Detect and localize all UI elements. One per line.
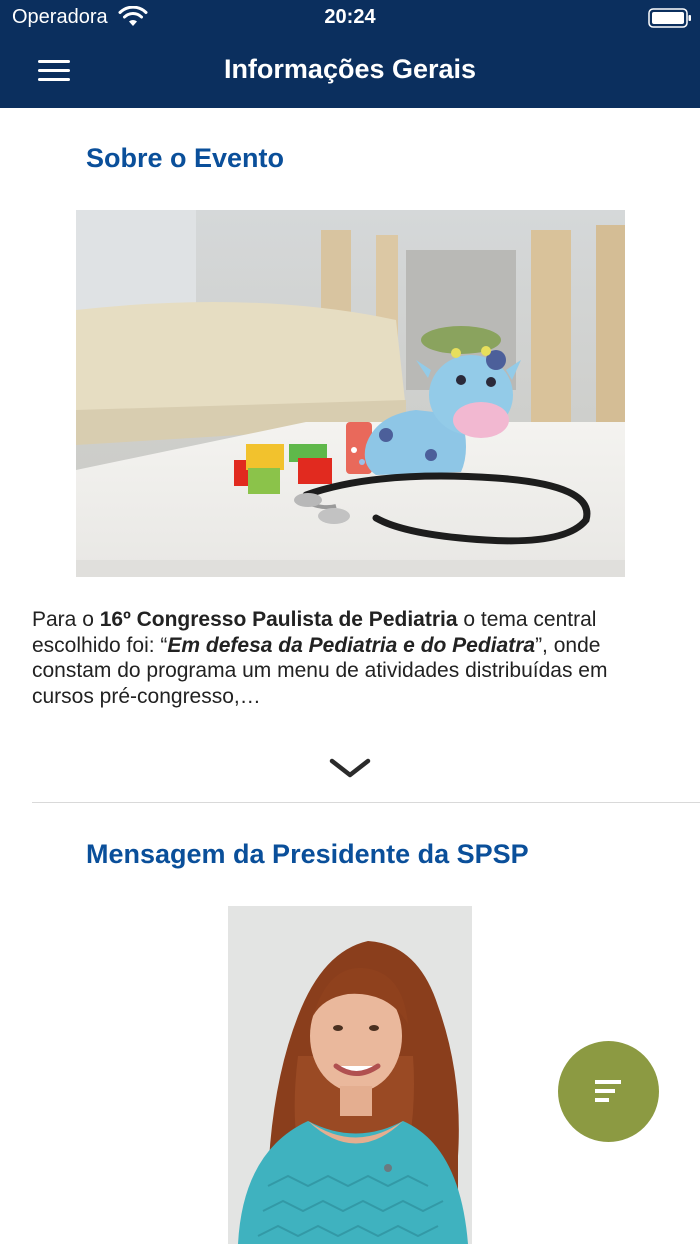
section-title-mensagem-presidente: Mensagem da Presidente da SPSP — [86, 839, 529, 869]
president-portrait — [228, 906, 472, 1244]
page-title: Informações Gerais — [223, 54, 477, 84]
status-bar: Operadora 20:24 — [0, 0, 700, 36]
app-header: Operadora 20:24 Informações Gerais — [0, 0, 700, 108]
battery-icon — [648, 8, 691, 28]
section-divider — [32, 802, 700, 803]
text-lines-fab-button[interactable] — [558, 1041, 659, 1142]
event-summary: Para o 16º Congresso Paulista de Pediatr… — [32, 608, 608, 708]
section-title-sobre-o-evento: Sobre o Evento — [86, 143, 285, 173]
event-image — [76, 210, 625, 577]
chevron-down-icon[interactable] — [325, 752, 375, 786]
status-time: 20:24 — [324, 6, 376, 28]
text-lines-icon — [595, 1080, 621, 1102]
